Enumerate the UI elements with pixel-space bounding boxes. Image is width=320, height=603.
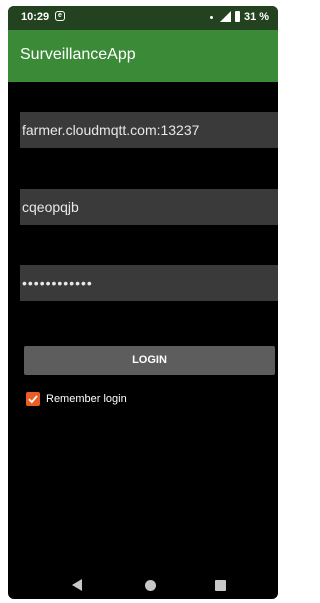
check-icon (28, 395, 38, 404)
signal-icon (220, 11, 231, 22)
battery-level: 31 % (244, 11, 270, 23)
password-input[interactable]: •••••••••••• (20, 265, 278, 301)
login-button[interactable]: LOGIN (24, 346, 275, 375)
username-input[interactable] (20, 189, 278, 225)
app-title: SurveillanceApp (20, 46, 136, 63)
status-time: 10:29 (21, 11, 50, 23)
home-icon[interactable] (145, 580, 156, 591)
battery-icon (235, 11, 240, 22)
remember-login-checkbox[interactable] (26, 392, 40, 406)
phone-screen: 10:29 e 31 % SurveillanceApp •••••••••••… (8, 6, 278, 599)
recents-icon[interactable] (215, 580, 226, 591)
back-icon[interactable] (72, 579, 82, 591)
remember-login-label: Remember login (46, 393, 127, 405)
dot-icon (210, 16, 213, 19)
host-input[interactable] (20, 112, 278, 148)
navigation-bar (8, 569, 278, 599)
status-bar: 10:29 e 31 % (8, 6, 278, 30)
app-notification-icon: e (55, 11, 65, 21)
app-bar: SurveillanceApp (8, 30, 278, 82)
